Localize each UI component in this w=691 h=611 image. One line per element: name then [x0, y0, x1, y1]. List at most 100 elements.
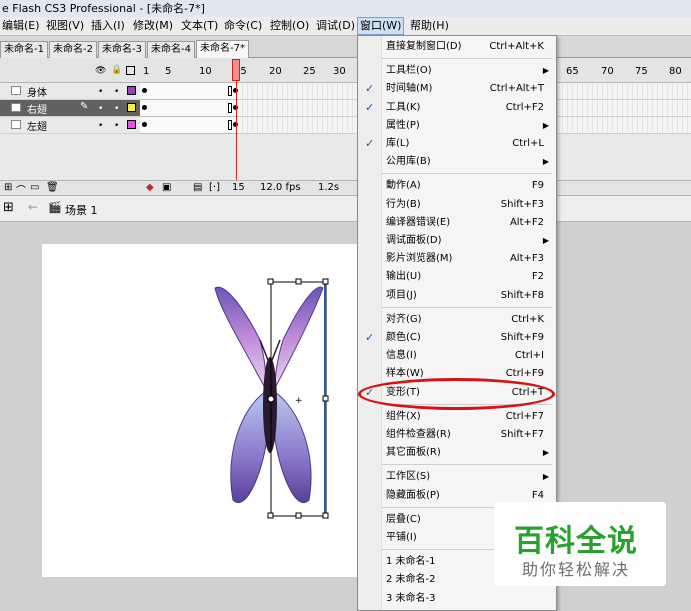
window-menu-item[interactable]: 工作区(S) ▶ — [358, 468, 556, 486]
window-menu-item[interactable]: 3 未命名-3 — [358, 590, 556, 608]
lock-dot[interactable]: • — [114, 87, 119, 97]
lock-dot[interactable]: • — [114, 104, 119, 114]
submenu-arrow-icon: ▶ — [542, 120, 549, 130]
submenu-arrow-icon: ▶ — [542, 236, 549, 245]
menu-item-label: 层叠(C) — [386, 513, 421, 525]
window-menu-item[interactable]: 输出(U) F2 — [358, 268, 556, 286]
window-menu-item[interactable]: ✓ 库(L) Ctrl+L — [358, 135, 556, 153]
layer-row[interactable]: 右翅 ✎ • • — [0, 100, 691, 117]
onion-skin-icon[interactable]: ▣ — [162, 182, 171, 193]
menu-window[interactable]: 窗口(W) — [357, 17, 405, 35]
outline-icon[interactable] — [126, 66, 135, 75]
window-menu-item[interactable]: 影片浏览器(M) Alt+F3 — [358, 250, 556, 268]
window-menu-item[interactable]: 直接复制窗口(D) Ctrl+Alt+K — [358, 38, 556, 56]
menu-item-shortcut: Shift+F3 — [500, 198, 544, 210]
ruler-label: 1 — [143, 66, 150, 77]
playhead-line — [236, 81, 237, 181]
doc-tab-4[interactable]: 未命名-4 — [147, 41, 195, 58]
pencil-icon[interactable]: ✎ — [80, 101, 88, 112]
window-menu-item[interactable]: 公用库(B) ▶ — [358, 153, 556, 171]
lock-icon[interactable]: 🔒 — [111, 65, 122, 75]
window-menu-item[interactable]: 调试面板(D) ▶ — [358, 232, 556, 250]
menu-view[interactable]: 视图(V) — [44, 17, 86, 35]
window-menu-item[interactable]: 其它面板(R) ▶ — [358, 444, 556, 462]
menu-item-label: 其它面板(R) — [386, 447, 441, 459]
back-arrow-icon[interactable]: ← — [28, 200, 38, 214]
menu-commands[interactable]: 命令(C) — [222, 17, 264, 35]
menu-text[interactable]: 文本(T) — [179, 17, 220, 35]
window-menu-item[interactable]: 对齐(G) Ctrl+K — [358, 311, 556, 329]
window-menu-item[interactable]: ✓ 时间轴(M) Ctrl+Alt+T — [358, 80, 556, 98]
onion-outline-icon[interactable]: ▤ — [193, 182, 202, 193]
menu-item-label: 库(L) — [386, 138, 410, 149]
visibility-dot[interactable]: • — [98, 87, 103, 97]
eye-icon[interactable]: 👁 — [95, 66, 106, 76]
menu-modify[interactable]: 修改(M) — [131, 17, 175, 35]
frame-span[interactable] — [140, 117, 238, 134]
menu-separator — [382, 464, 552, 466]
trash-icon[interactable]: 🗑 — [46, 182, 59, 193]
window-menu-item[interactable]: ✓ 工具(K) Ctrl+F2 — [358, 99, 556, 117]
visibility-dot[interactable]: • — [98, 104, 103, 114]
doc-tab-7[interactable]: 未命名-7* — [196, 40, 249, 58]
window-menu-item[interactable]: 信息(I) Ctrl+I — [358, 347, 556, 365]
menu-item-label: 隐藏面板(P) — [386, 489, 440, 501]
menu-item-label: 1 未命名-1 — [386, 556, 436, 568]
menu-item-label: 组件(X) — [386, 410, 421, 422]
submenu-arrow-icon: ▶ — [542, 472, 549, 482]
doc-tab-1[interactable]: 未命名-1 — [0, 41, 48, 58]
doc-tab-2[interactable]: 未命名-2 — [49, 41, 97, 58]
watermark-logo: 百科全说 助你轻松解决 — [494, 502, 666, 586]
watermark-title: 百科全说 — [514, 524, 638, 559]
window-menu-item[interactable]: 组件(X) Ctrl+F7 — [358, 408, 556, 426]
layer-color-swatch[interactable] — [127, 103, 136, 112]
lock-dot[interactable]: • — [114, 121, 119, 131]
window-menu-item[interactable]: 组件检查器(R) Shift+F7 — [358, 426, 556, 444]
timeline-panel: 👁 🔒 1 5 10 15 20 25 30 65 70 75 80 身体 • … — [0, 58, 691, 180]
document-tabs: 未命名-1 未命名-2 未命名-3 未命名-4 未命名-7* — [0, 36, 691, 58]
layer-color-swatch[interactable] — [127, 86, 136, 95]
window-menu-item[interactable]: 项目(J) Shift+F8 — [358, 287, 556, 305]
layer-icon — [11, 103, 21, 112]
add-guide-icon[interactable]: ⌒ — [16, 182, 26, 197]
menu-insert[interactable]: 插入(I) — [89, 17, 127, 35]
window-menu-item[interactable]: 属性(P) ▶ — [358, 117, 556, 135]
menu-item-shortcut: F9 — [531, 180, 544, 192]
frame-span[interactable] — [140, 100, 238, 117]
timeline-header: 👁 🔒 1 5 10 15 20 25 30 65 70 75 80 — [0, 58, 691, 83]
highlight-annotation — [358, 378, 555, 410]
edit-frames-icon[interactable]: [·] — [209, 182, 220, 193]
menu-item-label: 输出(U) — [386, 271, 422, 283]
transform-bounding-box[interactable]: + — [262, 278, 332, 524]
frame-span[interactable] — [140, 83, 238, 100]
ruler-label: 10 — [199, 66, 212, 77]
layer-row[interactable]: 左翅 • • — [0, 117, 691, 134]
layer-row[interactable]: 身体 • • — [0, 83, 691, 100]
menu-debug[interactable]: 调试(D) — [314, 17, 357, 35]
window-menu-item[interactable]: ✓ 颜色(C) Shift+F9 — [358, 329, 556, 347]
visibility-dot[interactable]: • — [98, 121, 103, 131]
center-frame-icon[interactable]: ◆ — [146, 182, 154, 193]
menu-control[interactable]: 控制(O) — [268, 17, 311, 35]
add-layer-icon[interactable]: ⊞ — [4, 182, 12, 193]
window-menu-item[interactable]: 動作(A) F9 — [358, 177, 556, 195]
window-menu-item[interactable]: 工具栏(O) ▶ — [358, 62, 556, 80]
scene-name[interactable]: 场景 1 — [65, 202, 98, 218]
snap-icon[interactable]: ⊞ — [3, 200, 14, 215]
window-menu-item[interactable]: 行为(B) Shift+F3 — [358, 196, 556, 214]
layer-color-swatch[interactable] — [127, 120, 136, 129]
menu-item-label: 行为(B) — [386, 198, 421, 210]
layer-name[interactable]: 右翅 — [27, 101, 47, 116]
menu-edit[interactable]: 编辑(E) — [0, 17, 42, 35]
folder-icon[interactable]: ▭ — [30, 182, 39, 193]
window-menu-item[interactable]: 编译器错误(E) Alt+F2 — [358, 214, 556, 232]
menu-item-label: 编译器错误(E) — [386, 216, 451, 228]
menu-help[interactable]: 帮助(H) — [408, 17, 451, 35]
check-icon: ✓ — [365, 100, 375, 114]
doc-tab-3[interactable]: 未命名-3 — [98, 41, 146, 58]
layer-name[interactable]: 身体 — [27, 84, 47, 99]
menu-item-shortcut: Ctrl+F2 — [505, 101, 544, 113]
layer-name[interactable]: 左翅 — [27, 118, 47, 133]
playhead[interactable] — [232, 59, 240, 81]
window-title: e Flash CS3 Professional - [未命名-7*] — [0, 0, 691, 17]
